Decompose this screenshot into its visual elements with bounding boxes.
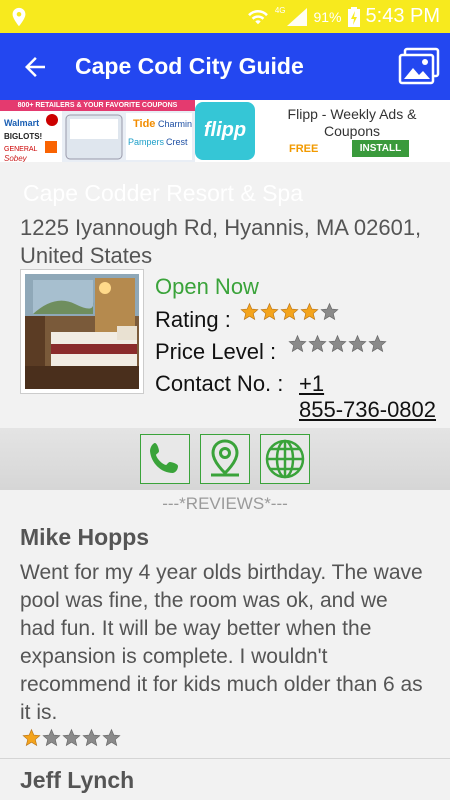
app-title: Cape Cod City Guide [75, 53, 304, 79]
star-empty-icon [42, 728, 61, 747]
ad-collage-image: Walmart BIGLOTS! GENERAL Sobey Tide Char… [0, 111, 192, 162]
gallery-icon[interactable] [398, 47, 440, 85]
install-button[interactable]: INSTALL [352, 140, 409, 157]
back-arrow-icon[interactable] [20, 52, 50, 82]
ad-price: FREE [289, 143, 319, 155]
star-empty-icon [82, 728, 101, 747]
ad-tagline: 800+ RETAILERS & YOUR FAVORITE COUPONS [0, 100, 195, 111]
status-bar: 4G 91% 5:43 PM [0, 0, 450, 33]
star-filled-icon [260, 302, 279, 321]
star-empty-icon [368, 334, 387, 353]
phone-number-link[interactable]: +1 855-736-0802 [299, 371, 436, 423]
place-address: 1225 Iyannough Rd, Hyannis, MA 02601, Un… [20, 215, 422, 268]
svg-text:Charmin: Charmin [158, 119, 192, 129]
svg-text:Walmart: Walmart [4, 118, 39, 128]
star-filled-icon [280, 302, 299, 321]
phone-line-1: +1 [299, 371, 325, 396]
action-bar [0, 428, 450, 490]
globe-icon [265, 439, 305, 479]
rating-label: Rating : [155, 307, 231, 332]
battery-percent: 91% [313, 8, 342, 25]
hotel-room-image [25, 274, 139, 389]
wifi-icon [247, 9, 268, 24]
price-level-label: Price Level : [155, 339, 277, 364]
place-name: Cape Codder Resort & Spa [23, 180, 303, 206]
open-status: Open Now [155, 274, 259, 299]
phone-icon [150, 443, 178, 473]
star-empty-icon [62, 728, 81, 747]
svg-text:Crest: Crest [166, 137, 188, 147]
phone-line-2: 855-736-0802 [299, 397, 437, 422]
svg-text:GENERAL: GENERAL [4, 146, 38, 153]
star-empty-icon [308, 334, 327, 353]
star-empty-icon [348, 334, 367, 353]
star-filled-icon [22, 728, 41, 747]
review-author: Jeff Lynch [20, 767, 135, 793]
review-divider [0, 758, 450, 759]
signal-icon [287, 7, 308, 26]
place-photo[interactable] [20, 269, 144, 394]
price-level-stars [288, 334, 387, 353]
star-filled-icon [300, 302, 319, 321]
reviews-header: ---*REVIEWS*--- [162, 494, 288, 513]
battery-charging-icon [347, 6, 360, 27]
ad-app-name: Flipp - Weekly Ads & Coupons [287, 106, 417, 139]
location-icon [12, 7, 26, 27]
rating-stars [240, 302, 339, 321]
svg-text:BIGLOTS!: BIGLOTS! [4, 132, 42, 141]
star-filled-icon [240, 302, 259, 321]
star-empty-icon [102, 728, 121, 747]
review-text: Went for my 4 year olds birthday. The wa… [20, 561, 423, 724]
star-empty-icon [320, 302, 339, 321]
star-empty-icon [288, 334, 307, 353]
map-pin-icon [211, 439, 239, 477]
contact-label: Contact No. : [155, 371, 284, 396]
star-empty-icon [328, 334, 347, 353]
call-button[interactable] [140, 434, 190, 484]
map-button[interactable] [200, 434, 250, 484]
network-type: 4G [274, 6, 286, 15]
svg-text:Pampers: Pampers [128, 137, 165, 147]
svg-text:Sobey: Sobey [4, 154, 28, 162]
svg-text:Tide: Tide [133, 118, 155, 130]
review-rating-stars [22, 728, 121, 747]
website-button[interactable] [260, 434, 310, 484]
review-author: Mike Hopps [20, 524, 150, 550]
clock: 5:43 PM [365, 5, 440, 27]
app-bar: Cape Cod City Guide [0, 33, 450, 100]
ad-retailer-collage: 800+ RETAILERS & YOUR FAVORITE COUPONS W… [0, 100, 195, 162]
flipp-logo: flipp [195, 102, 255, 160]
